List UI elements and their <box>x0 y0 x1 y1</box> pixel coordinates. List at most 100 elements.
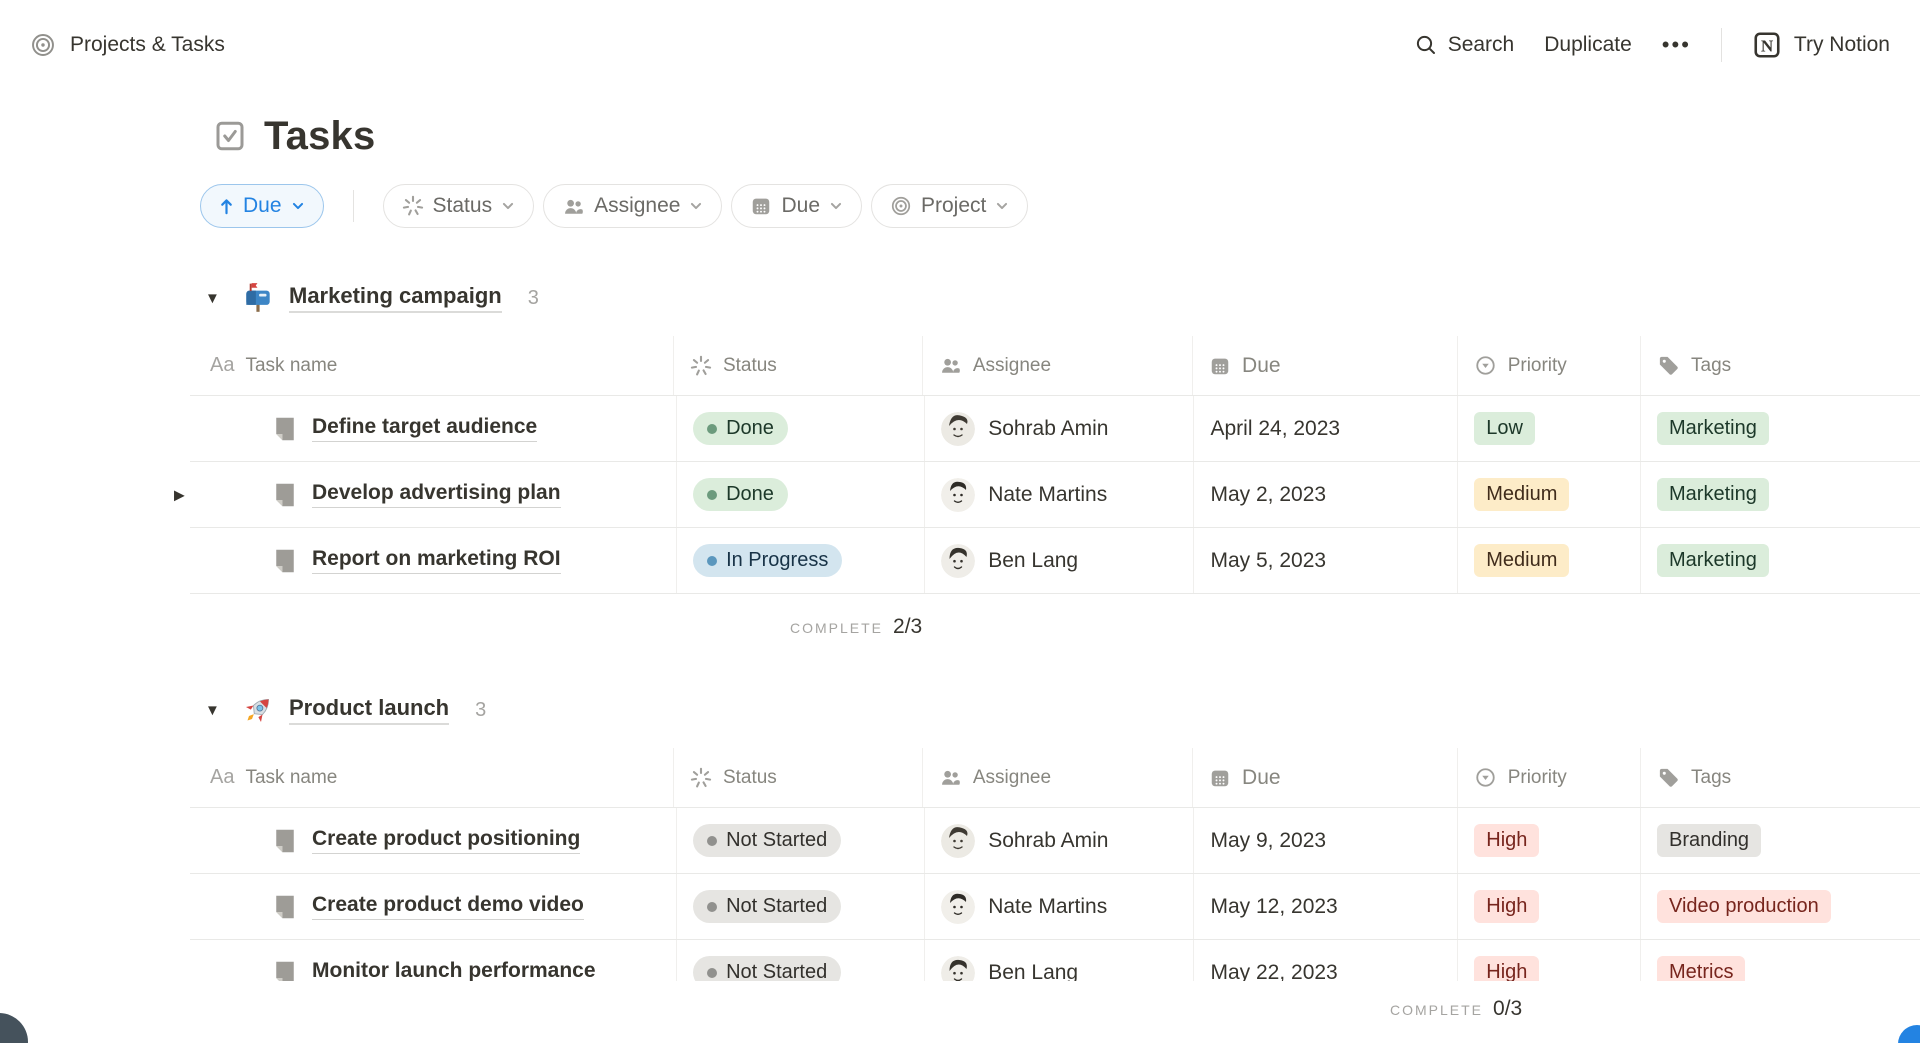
filter-project-button[interactable]: Project <box>871 184 1028 228</box>
priority-tag[interactable]: High <box>1474 890 1539 923</box>
task-cell[interactable]: Create product positioning <box>190 808 676 873</box>
tags-cell[interactable]: Video production <box>1640 874 1920 939</box>
column-header-status[interactable]: Status <box>673 748 922 807</box>
status-label: Done <box>726 483 774 506</box>
expand-row-toggle[interactable]: ▶ <box>174 486 185 503</box>
avatar <box>941 478 975 512</box>
collapse-toggle[interactable]: ▼ <box>205 290 227 307</box>
status-pill[interactable]: Not Started <box>693 824 841 857</box>
due-cell[interactable]: May 2, 2023 <box>1193 462 1457 527</box>
status-dot-icon <box>707 968 717 978</box>
due-cell[interactable]: May 5, 2023 <box>1193 528 1457 593</box>
column-header-priority[interactable]: Priority <box>1457 748 1640 807</box>
tag-pill[interactable]: Marketing <box>1657 478 1769 511</box>
task-link[interactable]: Report on marketing ROI <box>312 547 561 574</box>
column-header-status[interactable]: Status <box>673 336 922 395</box>
column-header-due[interactable]: Due <box>1192 336 1457 395</box>
status-cell[interactable]: Done <box>676 396 924 461</box>
status-dot-icon <box>707 556 717 566</box>
tag-pill[interactable]: Video production <box>1657 890 1831 923</box>
sort-due-button[interactable]: Due <box>200 184 324 228</box>
sticky-calc-band: COMPLETE 0/3 <box>0 981 1920 1043</box>
due-cell[interactable]: April 24, 2023 <box>1193 396 1457 461</box>
assignee-cell[interactable]: Nate Martins <box>924 874 1193 939</box>
calendar-icon <box>1209 767 1231 789</box>
filter-assignee-button[interactable]: Assignee <box>543 184 722 228</box>
tags-cell[interactable]: Marketing <box>1640 462 1920 527</box>
task-link[interactable]: Define target audience <box>312 415 537 442</box>
column-header-task-name[interactable]: Aa Task name <box>190 336 673 395</box>
priority-cell[interactable]: Low <box>1457 396 1640 461</box>
text-icon: Aa <box>210 766 234 789</box>
status-cell[interactable]: Done <box>676 462 924 527</box>
task-cell[interactable]: ▶ Develop advertising plan <box>190 462 676 527</box>
tags-cell[interactable]: Branding <box>1640 808 1920 873</box>
assignee-cell[interactable]: Sohrab Amin <box>924 396 1193 461</box>
task-cell[interactable]: Define target audience <box>190 396 676 461</box>
status-icon <box>690 767 712 789</box>
duplicate-button[interactable]: Duplicate <box>1544 33 1632 57</box>
complete-count[interactable]: COMPLETE 0/3 <box>1390 997 1522 1021</box>
column-header-due[interactable]: Due <box>1192 748 1457 807</box>
status-cell[interactable]: In Progress <box>676 528 924 593</box>
status-cell[interactable]: Not Started <box>676 874 924 939</box>
people-icon <box>562 195 585 218</box>
assignee-cell[interactable]: Sohrab Amin <box>924 808 1193 873</box>
assignee-cell[interactable]: Nate Martins <box>924 462 1193 527</box>
chevron-down-icon <box>995 199 1009 213</box>
calc-row: COMPLETE 2/3 <box>190 594 1920 660</box>
tags-cell[interactable]: Marketing <box>1640 396 1920 461</box>
column-header-priority[interactable]: Priority <box>1457 336 1640 395</box>
priority-cell[interactable]: High <box>1457 808 1640 873</box>
status-pill[interactable]: Done <box>693 478 788 511</box>
priority-cell[interactable]: Medium <box>1457 462 1640 527</box>
priority-cell[interactable]: High <box>1457 874 1640 939</box>
filter-due-button[interactable]: Due <box>731 184 862 228</box>
topbar: Projects & Tasks Search Duplicate ••• N <box>0 0 1920 90</box>
search-button[interactable]: Search <box>1414 33 1515 57</box>
status-dot-icon <box>707 424 717 434</box>
task-link[interactable]: Create product demo video <box>312 893 584 920</box>
column-header-assignee[interactable]: Assignee <box>922 748 1192 807</box>
task-link[interactable]: Develop advertising plan <box>312 481 561 508</box>
due-cell[interactable]: May 9, 2023 <box>1193 808 1457 873</box>
priority-tag[interactable]: Medium <box>1474 544 1569 577</box>
chevron-down-icon <box>689 199 703 213</box>
tag-pill[interactable]: Marketing <box>1657 412 1769 445</box>
avatar <box>941 412 975 446</box>
priority-tag[interactable]: Low <box>1474 412 1535 445</box>
filter-status-button[interactable]: Status <box>383 184 535 228</box>
table-header-row: Aa Task name Status <box>190 748 1920 808</box>
tag-label: Marketing <box>1669 549 1757 572</box>
assignee-cell[interactable]: Ben Lang <box>924 528 1193 593</box>
task-cell[interactable]: Create product demo video <box>190 874 676 939</box>
status-pill[interactable]: Not Started <box>693 890 841 923</box>
task-cell[interactable]: Report on marketing ROI <box>190 528 676 593</box>
group-title[interactable]: Product launch <box>289 695 449 725</box>
due-cell[interactable]: May 12, 2023 <box>1193 874 1457 939</box>
collapse-toggle[interactable]: ▼ <box>205 702 227 719</box>
tag-pill[interactable]: Marketing <box>1657 544 1769 577</box>
column-header-tags[interactable]: Tags <box>1640 748 1920 807</box>
complete-count[interactable]: COMPLETE 2/3 <box>790 615 922 639</box>
checkbox-page-icon[interactable] <box>212 118 248 154</box>
status-pill[interactable]: Done <box>693 412 788 445</box>
column-header-assignee[interactable]: Due Assignee <box>922 336 1192 395</box>
chevron-down-icon <box>291 199 305 213</box>
column-header-task-name[interactable]: Aa Task name <box>190 748 673 807</box>
status-cell[interactable]: Not Started <box>676 808 924 873</box>
priority-tag[interactable]: High <box>1474 824 1539 857</box>
priority-tag[interactable]: Medium <box>1474 478 1569 511</box>
task-link[interactable]: Create product positioning <box>312 827 580 854</box>
column-header-tags[interactable]: Tags <box>1640 336 1920 395</box>
tag-label: Marketing <box>1669 417 1757 440</box>
calendar-icon <box>1209 355 1231 377</box>
try-notion-button[interactable]: N Try Notion <box>1752 30 1890 60</box>
status-pill[interactable]: In Progress <box>693 544 842 577</box>
group-title[interactable]: Marketing campaign <box>289 283 502 313</box>
breadcrumb[interactable]: Projects & Tasks <box>30 32 225 58</box>
priority-cell[interactable]: Medium <box>1457 528 1640 593</box>
more-button[interactable]: ••• <box>1662 32 1691 58</box>
tags-cell[interactable]: Marketing <box>1640 528 1920 593</box>
tag-pill[interactable]: Branding <box>1657 824 1761 857</box>
